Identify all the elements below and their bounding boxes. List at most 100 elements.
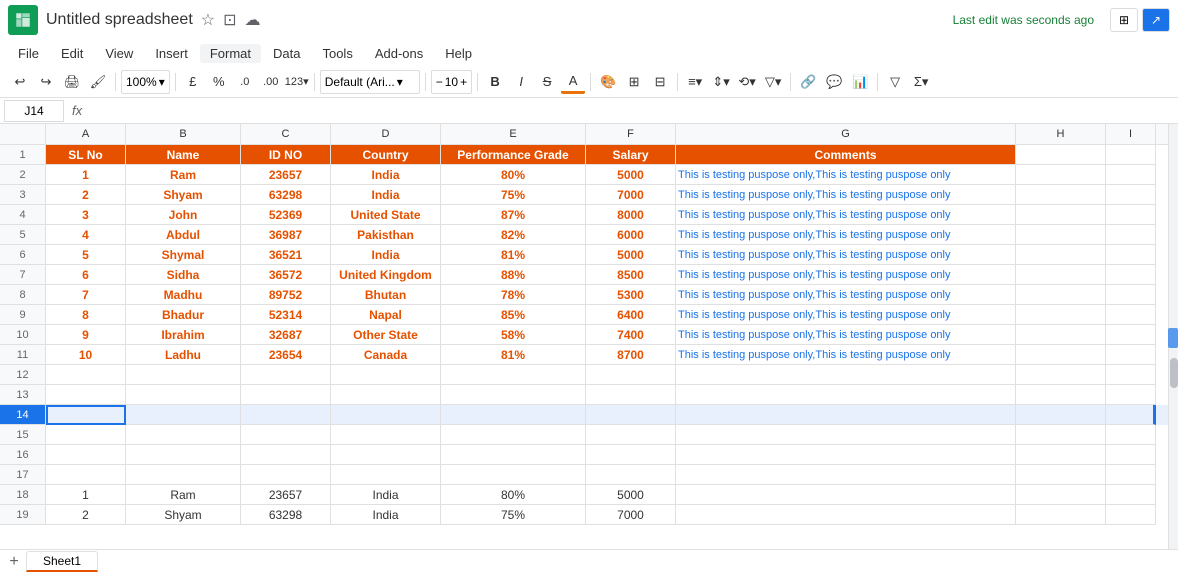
cell-c-15[interactable]: [241, 425, 331, 445]
menu-file[interactable]: File: [8, 44, 49, 63]
cell-country-8[interactable]: Bhutan: [331, 285, 441, 305]
cell-comment-5[interactable]: This is testing puspose only,This is tes…: [676, 225, 1016, 245]
header-idno[interactable]: ID NO: [241, 145, 331, 165]
cell-g13[interactable]: [676, 385, 1016, 405]
undo-button[interactable]: ↩: [8, 70, 32, 94]
cell-salary-5[interactable]: 6000: [586, 225, 676, 245]
cell-country-19[interactable]: India: [331, 505, 441, 525]
cell-name-4[interactable]: John: [126, 205, 241, 225]
menu-edit[interactable]: Edit: [51, 44, 93, 63]
cell-name-11[interactable]: Ladhu: [126, 345, 241, 365]
cell-i-5[interactable]: [1106, 225, 1156, 245]
cell-i-3[interactable]: [1106, 185, 1156, 205]
cell-perf-9[interactable]: 85%: [441, 305, 586, 325]
cell-i-9[interactable]: [1106, 305, 1156, 325]
font-size-select[interactable]: − 10 +: [431, 70, 472, 94]
cell-g-16[interactable]: [676, 445, 1016, 465]
cell-e14[interactable]: [441, 405, 586, 425]
cell-id-10[interactable]: 32687: [241, 325, 331, 345]
vertical-scrollbar[interactable]: [1168, 124, 1178, 549]
cell-d-17[interactable]: [331, 465, 441, 485]
cell-salary-11[interactable]: 8700: [586, 345, 676, 365]
cell-country-18[interactable]: India: [331, 485, 441, 505]
cell-b13[interactable]: [126, 385, 241, 405]
more-formats-button[interactable]: ▽▾: [761, 70, 785, 94]
cell-c13[interactable]: [241, 385, 331, 405]
cell-a-16[interactable]: [46, 445, 126, 465]
cell-salary-7[interactable]: 8500: [586, 265, 676, 285]
cell-id-19[interactable]: 63298: [241, 505, 331, 525]
cell-perf-10[interactable]: 58%: [441, 325, 586, 345]
cell-c-16[interactable]: [241, 445, 331, 465]
cell-i-16[interactable]: [1106, 445, 1156, 465]
cell-c-17[interactable]: [241, 465, 331, 485]
header-country[interactable]: Country: [331, 145, 441, 165]
sheet-tab-1[interactable]: Sheet1: [26, 551, 98, 572]
window-control-2[interactable]: ↗: [1142, 8, 1170, 32]
spreadsheet-title[interactable]: Untitled spreadsheet: [46, 11, 193, 29]
cell-comment-9[interactable]: This is testing puspose only,This is tes…: [676, 305, 1016, 325]
print-button[interactable]: 🖨: [60, 70, 84, 94]
cell-sl-6[interactable]: 5: [46, 245, 126, 265]
cell-reference-input[interactable]: J14: [4, 100, 64, 122]
cell-b-17[interactable]: [126, 465, 241, 485]
cell-id-3[interactable]: 63298: [241, 185, 331, 205]
cell-i-15[interactable]: [1106, 425, 1156, 445]
decimal00-button[interactable]: .00: [259, 70, 283, 94]
cell-e12[interactable]: [441, 365, 586, 385]
cell-h-11[interactable]: [1016, 345, 1106, 365]
col-header-d[interactable]: D: [331, 124, 441, 144]
cell-i14[interactable]: [1106, 405, 1156, 425]
chart-button[interactable]: 📊: [848, 70, 872, 94]
cell-name-3[interactable]: Shyam: [126, 185, 241, 205]
fill-color-button[interactable]: 🎨: [596, 70, 620, 94]
cell-perf-5[interactable]: 82%: [441, 225, 586, 245]
cell-h-2[interactable]: [1016, 165, 1106, 185]
cell-f13[interactable]: [586, 385, 676, 405]
cell-h-19[interactable]: [1016, 505, 1106, 525]
cell-salary-9[interactable]: 6400: [586, 305, 676, 325]
cell-h-8[interactable]: [1016, 285, 1106, 305]
cell-salary-18[interactable]: 5000: [586, 485, 676, 505]
cell-b14[interactable]: [126, 405, 241, 425]
cell-salary-2[interactable]: 5000: [586, 165, 676, 185]
cell-e13[interactable]: [441, 385, 586, 405]
cell-h-18[interactable]: [1016, 485, 1106, 505]
col-header-i[interactable]: I: [1106, 124, 1156, 144]
font-color-button[interactable]: A: [561, 70, 585, 94]
cell-sl-2[interactable]: 1: [46, 165, 126, 185]
cell-i-8[interactable]: [1106, 285, 1156, 305]
menu-help[interactable]: Help: [435, 44, 482, 63]
cell-h-4[interactable]: [1016, 205, 1106, 225]
cell-e-17[interactable]: [441, 465, 586, 485]
cell-i-2[interactable]: [1106, 165, 1156, 185]
cell-sl-4[interactable]: 3: [46, 205, 126, 225]
cell-b-16[interactable]: [126, 445, 241, 465]
cell-g-15[interactable]: [676, 425, 1016, 445]
cell-comment-3[interactable]: This is testing puspose only,This is tes…: [676, 185, 1016, 205]
cell-sl-11[interactable]: 10: [46, 345, 126, 365]
cell-h-16[interactable]: [1016, 445, 1106, 465]
link-button[interactable]: 🔗: [796, 70, 820, 94]
cell-comment-11[interactable]: This is testing puspose only,This is tes…: [676, 345, 1016, 365]
cell-id-5[interactable]: 36987: [241, 225, 331, 245]
cell-salary-4[interactable]: 8000: [586, 205, 676, 225]
header-slno[interactable]: SL No: [46, 145, 126, 165]
cell-sl-18[interactable]: 1: [46, 485, 126, 505]
cell-perf-8[interactable]: 78%: [441, 285, 586, 305]
cell-id-7[interactable]: 36572: [241, 265, 331, 285]
cell-salary-6[interactable]: 5000: [586, 245, 676, 265]
percent-button[interactable]: %: [207, 70, 231, 94]
cell-sl-9[interactable]: 8: [46, 305, 126, 325]
cell-i12[interactable]: [1106, 365, 1156, 385]
col-header-b[interactable]: B: [126, 124, 241, 144]
strikethrough-button[interactable]: S: [535, 70, 559, 94]
cell-d14[interactable]: [331, 405, 441, 425]
merge-button[interactable]: ⊟: [648, 70, 672, 94]
cell-sl-7[interactable]: 6: [46, 265, 126, 285]
cell-b12[interactable]: [126, 365, 241, 385]
cell-f-15[interactable]: [586, 425, 676, 445]
cloud-icon[interactable]: ☁: [245, 10, 261, 30]
filter-button[interactable]: ▽: [883, 70, 907, 94]
cell-d13[interactable]: [331, 385, 441, 405]
